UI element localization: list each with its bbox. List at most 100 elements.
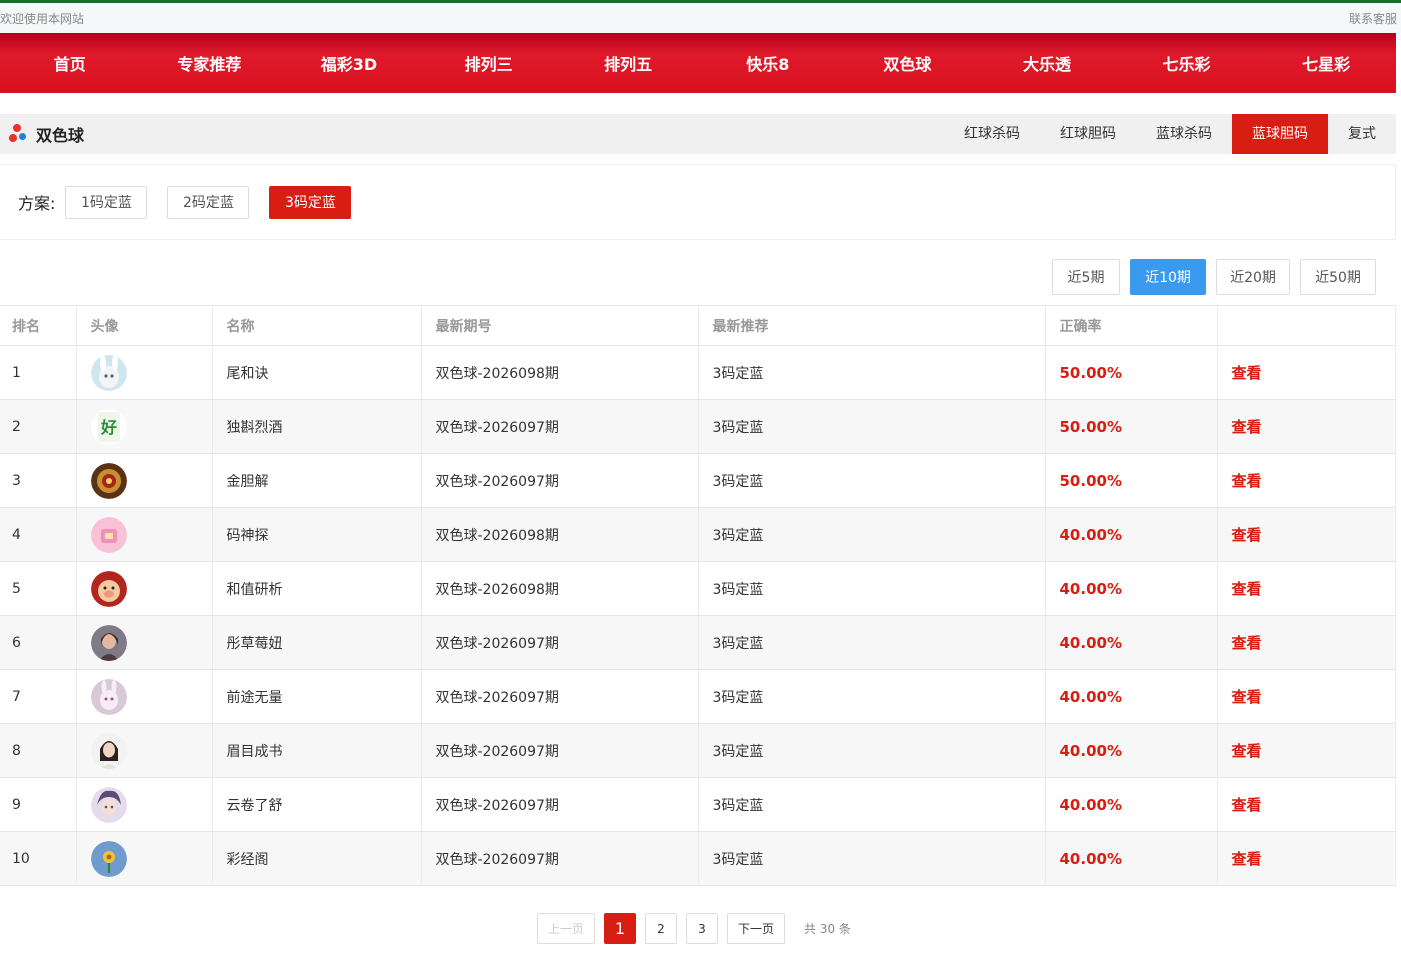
name-cell: 彩经阁	[212, 831, 422, 886]
tab-red-kill[interactable]: 红球杀码	[944, 114, 1040, 154]
nav-item-dlt[interactable]: 大乐透	[977, 51, 1117, 75]
section-header: 双色球 红球杀码 红球胆码 蓝球杀码 蓝球胆码 复式	[0, 114, 1396, 154]
table-row: 3 金胆解 双色球-2026097期 3码定蓝 50.00% 查看	[0, 453, 1396, 508]
view-link[interactable]: 查看	[1232, 796, 1262, 814]
period-10-button[interactable]: 近10期	[1130, 259, 1206, 295]
issue-cell: 双色球-2026097期	[421, 399, 699, 454]
rank-cell: 3	[0, 453, 77, 508]
period-20-button[interactable]: 近20期	[1216, 259, 1290, 295]
name-cell: 和值研析	[212, 561, 422, 616]
pagination: 上一页 1 2 3 下一页 共 30 条	[537, 913, 851, 944]
recommend-cell: 3码定蓝	[698, 345, 1046, 400]
issue-cell: 双色球-2026097期	[421, 831, 699, 886]
plan-3-blue-button[interactable]: 3码定蓝	[269, 185, 352, 219]
period-50-button[interactable]: 近50期	[1300, 259, 1376, 295]
issue-cell: 双色球-2026097期	[421, 669, 699, 724]
page-3-button[interactable]: 3	[686, 913, 718, 944]
nav-item-experts[interactable]: 专家推荐	[140, 51, 280, 75]
prev-page-button[interactable]: 上一页	[537, 913, 595, 944]
name-cell: 尾和诀	[212, 345, 422, 400]
rate-cell: 40.00%	[1045, 615, 1218, 670]
col-avatar: 头像	[76, 305, 213, 346]
table-row: 4 码神探 双色球-2026098期 3码定蓝 40.00% 查看	[0, 507, 1396, 562]
page-1-button[interactable]: 1	[604, 913, 636, 944]
issue-cell: 双色球-2026098期	[421, 561, 699, 616]
issue-cell: 双色球-2026097期	[421, 777, 699, 832]
next-page-button[interactable]: 下一页	[727, 913, 785, 944]
nav-item-qxc[interactable]: 七星彩	[1256, 51, 1396, 75]
view-link[interactable]: 查看	[1232, 418, 1262, 436]
nav-item-ssq[interactable]: 双色球	[838, 51, 978, 75]
girl-avatar-icon	[90, 624, 127, 661]
tab-blue-kill[interactable]: 蓝球杀码	[1136, 114, 1232, 154]
view-link[interactable]: 查看	[1232, 472, 1262, 490]
welcome-text: 欢迎使用本网站	[0, 11, 85, 26]
section-title: 双色球	[0, 122, 84, 146]
rank-cell: 4	[0, 507, 77, 562]
col-rate: 正确率	[1045, 305, 1218, 346]
lottery-balls-icon	[8, 124, 28, 144]
nav-item-kl8[interactable]: 快乐8	[698, 51, 838, 75]
nav-item-qlc[interactable]: 七乐彩	[1117, 51, 1257, 75]
rate-cell: 40.00%	[1045, 507, 1218, 562]
rank-cell: 2	[0, 399, 77, 454]
col-issue: 最新期号	[421, 305, 699, 346]
medal-avatar-icon	[90, 462, 127, 499]
col-name: 名称	[212, 305, 422, 346]
rate-cell: 40.00%	[1045, 777, 1218, 832]
nav-item-3d[interactable]: 福彩3D	[279, 51, 419, 75]
view-link[interactable]: 查看	[1232, 688, 1262, 706]
name-cell: 独斟烈酒	[212, 399, 422, 454]
col-recommend: 最新推荐	[698, 305, 1046, 346]
view-link[interactable]: 查看	[1232, 526, 1262, 544]
tab-blue-gall[interactable]: 蓝球胆码	[1232, 114, 1328, 154]
issue-cell: 双色球-2026097期	[421, 723, 699, 778]
table-row: 8 眉目成书 双色球-2026097期 3码定蓝 40.00% 查看	[0, 723, 1396, 778]
name-cell: 彤草莓妞	[212, 615, 422, 670]
nav-item-pl3[interactable]: 排列三	[419, 51, 559, 75]
section-title-text: 双色球	[36, 126, 85, 145]
bunny-avatar-icon	[90, 678, 127, 715]
view-link[interactable]: 查看	[1232, 850, 1262, 868]
top-bar: 欢迎使用本网站 联系客服	[0, 3, 1401, 33]
plan-selector: 方案: 1码定蓝 2码定蓝 3码定蓝	[0, 164, 1396, 240]
period-filter: 近5期 近10期 近20期 近50期	[1042, 259, 1376, 295]
rate-cell: 40.00%	[1045, 669, 1218, 724]
flower-avatar-icon	[90, 840, 127, 877]
rank-cell: 9	[0, 777, 77, 832]
pig-avatar-icon	[90, 570, 127, 607]
tab-compound[interactable]: 复式	[1328, 114, 1396, 154]
contact-link[interactable]: 联系客服	[1349, 10, 1397, 27]
plan-label: 方案:	[18, 194, 56, 213]
recommend-cell: 3码定蓝	[698, 615, 1046, 670]
rabbit-avatar-icon	[90, 354, 127, 391]
view-link[interactable]: 查看	[1232, 634, 1262, 652]
page-2-button[interactable]: 2	[645, 913, 677, 944]
tab-red-gall[interactable]: 红球胆码	[1040, 114, 1136, 154]
issue-cell: 双色球-2026097期	[421, 615, 699, 670]
recommend-cell: 3码定蓝	[698, 723, 1046, 778]
name-cell: 云卷了舒	[212, 777, 422, 832]
plan-2-blue-button[interactable]: 2码定蓝	[167, 185, 250, 219]
rank-cell: 6	[0, 615, 77, 670]
table-row: 10 彩经阁 双色球-2026097期 3码定蓝 40.00% 查看	[0, 831, 1396, 886]
issue-cell: 双色球-2026098期	[421, 507, 699, 562]
view-link[interactable]: 查看	[1232, 742, 1262, 760]
rate-cell: 50.00%	[1045, 399, 1218, 454]
col-rank: 排名	[0, 305, 77, 346]
period-5-button[interactable]: 近5期	[1052, 259, 1120, 295]
view-link[interactable]: 查看	[1232, 364, 1262, 382]
table-row: 7 前途无量 双色球-2026097期 3码定蓝 40.00% 查看	[0, 669, 1396, 724]
recommend-cell: 3码定蓝	[698, 669, 1046, 724]
recommend-cell: 3码定蓝	[698, 507, 1046, 562]
rank-cell: 10	[0, 831, 77, 886]
svg-text:好: 好	[99, 418, 116, 437]
name-cell: 眉目成书	[212, 723, 422, 778]
total-count: 共 30 条	[804, 922, 851, 936]
plan-1-blue-button[interactable]: 1码定蓝	[65, 185, 148, 219]
recommend-cell: 3码定蓝	[698, 399, 1046, 454]
view-link[interactable]: 查看	[1232, 580, 1262, 598]
nav-item-pl5[interactable]: 排列五	[558, 51, 698, 75]
nav-item-home[interactable]: 首页	[0, 51, 140, 75]
recommend-cell: 3码定蓝	[698, 453, 1046, 508]
